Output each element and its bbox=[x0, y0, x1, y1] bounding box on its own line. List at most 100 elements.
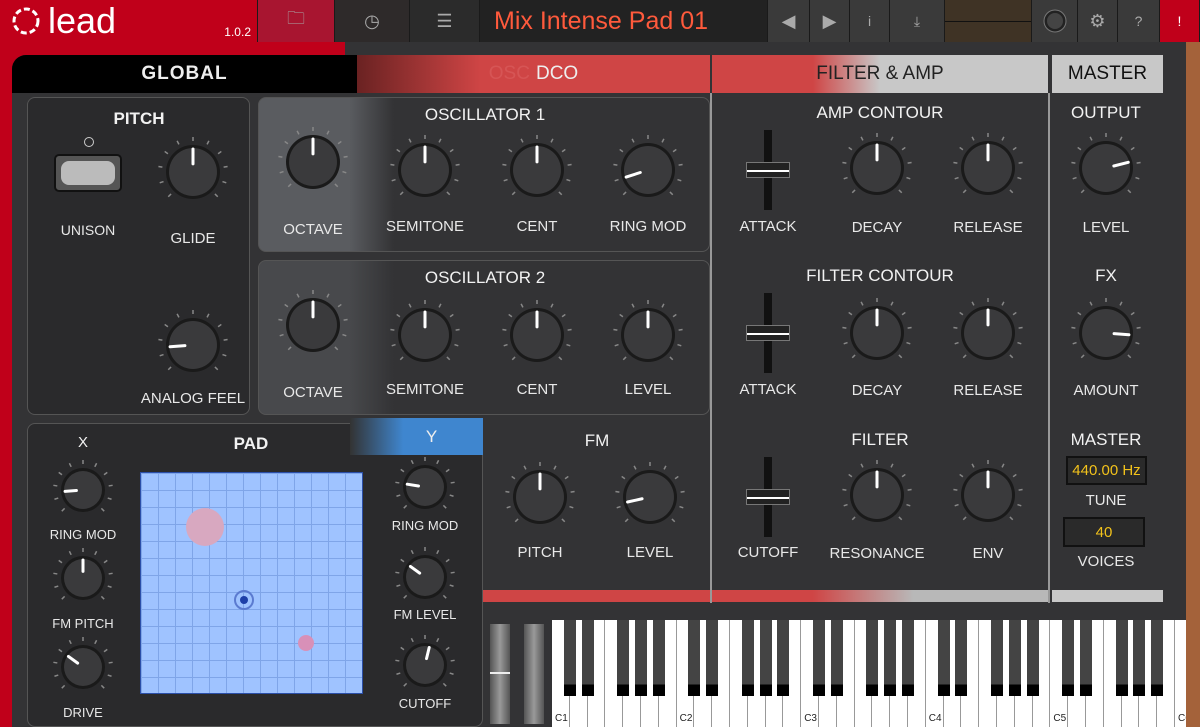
preset-name-text: Mix Intense Pad 01 bbox=[494, 6, 709, 35]
black-key[interactable] bbox=[1062, 620, 1075, 696]
y-fm-level-knob[interactable] bbox=[393, 545, 457, 614]
amp-decay-knob[interactable] bbox=[840, 131, 914, 210]
pad-cursor[interactable] bbox=[234, 590, 254, 610]
amp-attack-slider[interactable] bbox=[738, 130, 798, 210]
black-key[interactable] bbox=[1133, 620, 1146, 696]
black-key[interactable] bbox=[563, 620, 576, 696]
gear-icon: ⚙ bbox=[1089, 10, 1106, 31]
save-button[interactable]: ⤓ bbox=[890, 0, 945, 42]
fx-amount-knob[interactable] bbox=[1069, 296, 1143, 375]
y-ring-mod-knob[interactable] bbox=[393, 455, 457, 524]
knob-icon bbox=[505, 462, 575, 524]
knob-icon bbox=[613, 135, 683, 197]
knob-icon bbox=[390, 300, 460, 362]
black-key[interactable] bbox=[652, 620, 665, 696]
mod-wheel[interactable] bbox=[524, 624, 544, 724]
black-key[interactable] bbox=[688, 620, 701, 696]
black-key[interactable] bbox=[706, 620, 719, 696]
sliders-icon: ☰ bbox=[436, 10, 453, 31]
info-button[interactable]: i bbox=[850, 0, 890, 42]
history-button[interactable]: ◷ bbox=[335, 0, 410, 42]
output-level-knob[interactable] bbox=[1069, 131, 1143, 210]
settings-sliders-button[interactable]: ☰ bbox=[410, 0, 480, 42]
output-title: OUTPUT bbox=[1071, 103, 1141, 122]
osc1-ring-mod-knob[interactable] bbox=[611, 133, 685, 212]
black-key[interactable] bbox=[991, 620, 1003, 696]
osc1-semitone-knob[interactable] bbox=[388, 133, 462, 212]
fc-release-knob[interactable] bbox=[951, 296, 1025, 375]
black-key[interactable] bbox=[955, 620, 968, 696]
y-cutoff-knob[interactable] bbox=[393, 633, 457, 702]
x-fm-pitch-knob[interactable] bbox=[51, 546, 115, 615]
black-key[interactable] bbox=[830, 620, 843, 696]
alert-icon: ! bbox=[1177, 13, 1182, 29]
black-key[interactable] bbox=[617, 620, 630, 696]
knob-icon bbox=[953, 298, 1023, 360]
white-key[interactable]: C6 bbox=[1175, 620, 1186, 727]
black-key[interactable] bbox=[777, 620, 790, 696]
tune-label: TUNE bbox=[1085, 492, 1127, 509]
osc1-cent-knob[interactable] bbox=[500, 133, 574, 212]
tab-filter-amp[interactable]: FILTER & AMP bbox=[712, 55, 1048, 93]
analog-feel-knob[interactable] bbox=[156, 308, 230, 387]
alert-button[interactable]: ! bbox=[1160, 0, 1200, 42]
black-key[interactable] bbox=[741, 620, 754, 696]
black-key[interactable] bbox=[1008, 620, 1021, 696]
black-key[interactable] bbox=[759, 620, 772, 696]
pitch-title: PITCH bbox=[113, 109, 165, 128]
osc2-level-knob[interactable] bbox=[611, 298, 685, 377]
knob-icon bbox=[842, 133, 912, 195]
black-key[interactable] bbox=[1080, 620, 1092, 696]
black-key[interactable] bbox=[1026, 620, 1039, 696]
black-key[interactable] bbox=[581, 620, 594, 696]
x-drive-knob[interactable] bbox=[51, 635, 115, 704]
tab-dco[interactable]: OSC DCO bbox=[357, 55, 710, 93]
filter-attack-slider[interactable] bbox=[738, 293, 798, 373]
preset-name[interactable]: Mix Intense Pad 01 bbox=[480, 0, 768, 42]
prev-preset-button[interactable]: ◀ bbox=[768, 0, 810, 42]
folder-button[interactable]: 🗀 bbox=[258, 0, 335, 42]
black-key[interactable] bbox=[635, 620, 647, 696]
level-meter bbox=[945, 0, 1032, 42]
black-key[interactable] bbox=[884, 620, 897, 696]
tab-master[interactable]: MASTER bbox=[1052, 55, 1163, 93]
keyboard[interactable]: C1 C2 C3 C4 C5 C6 bbox=[552, 620, 1186, 727]
env-knob[interactable] bbox=[951, 458, 1025, 537]
master-volume-knob[interactable] bbox=[1032, 0, 1078, 42]
osc2-cent-knob[interactable] bbox=[500, 298, 574, 377]
help-button[interactable]: ? bbox=[1118, 0, 1160, 42]
tune-value-field[interactable]: 440.00 Hz bbox=[1066, 456, 1147, 485]
knob-icon bbox=[502, 135, 572, 197]
knob-icon bbox=[1071, 298, 1141, 360]
fm-level-knob[interactable] bbox=[613, 460, 687, 539]
black-key[interactable] bbox=[1151, 620, 1164, 696]
glide-knob[interactable] bbox=[156, 135, 230, 214]
y-cutoff-label: CUTOFF bbox=[398, 696, 452, 711]
black-key[interactable] bbox=[937, 620, 950, 696]
black-key[interactable] bbox=[1115, 620, 1128, 696]
voices-value-field[interactable]: 40 bbox=[1063, 517, 1145, 547]
prev-arrow-icon: ◀ bbox=[781, 10, 796, 31]
knob-icon bbox=[953, 460, 1023, 522]
fc-decay-knob[interactable] bbox=[840, 296, 914, 375]
fm-pitch-knob[interactable] bbox=[503, 460, 577, 539]
resonance-knob[interactable] bbox=[840, 458, 914, 537]
settings-button[interactable]: ⚙ bbox=[1078, 0, 1118, 42]
black-key[interactable] bbox=[902, 620, 914, 696]
unison-switch[interactable] bbox=[54, 154, 122, 192]
xy-pad[interactable] bbox=[140, 472, 363, 694]
black-key[interactable] bbox=[866, 620, 879, 696]
divider bbox=[710, 93, 712, 603]
knob-icon bbox=[842, 460, 912, 522]
x-ring-mod-knob[interactable] bbox=[51, 458, 115, 527]
black-key[interactable] bbox=[813, 620, 825, 696]
osc1-octave-knob[interactable] bbox=[276, 125, 350, 204]
osc2-semitone-knob[interactable] bbox=[388, 298, 462, 377]
knob-icon bbox=[1071, 133, 1141, 195]
knob-icon bbox=[395, 635, 455, 687]
amp-release-knob[interactable] bbox=[951, 131, 1025, 210]
cutoff-slider[interactable] bbox=[738, 457, 798, 537]
osc2-octave-knob[interactable] bbox=[276, 288, 350, 367]
tab-global[interactable]: GLOBAL bbox=[12, 55, 357, 93]
next-preset-button[interactable]: ▶ bbox=[810, 0, 850, 42]
